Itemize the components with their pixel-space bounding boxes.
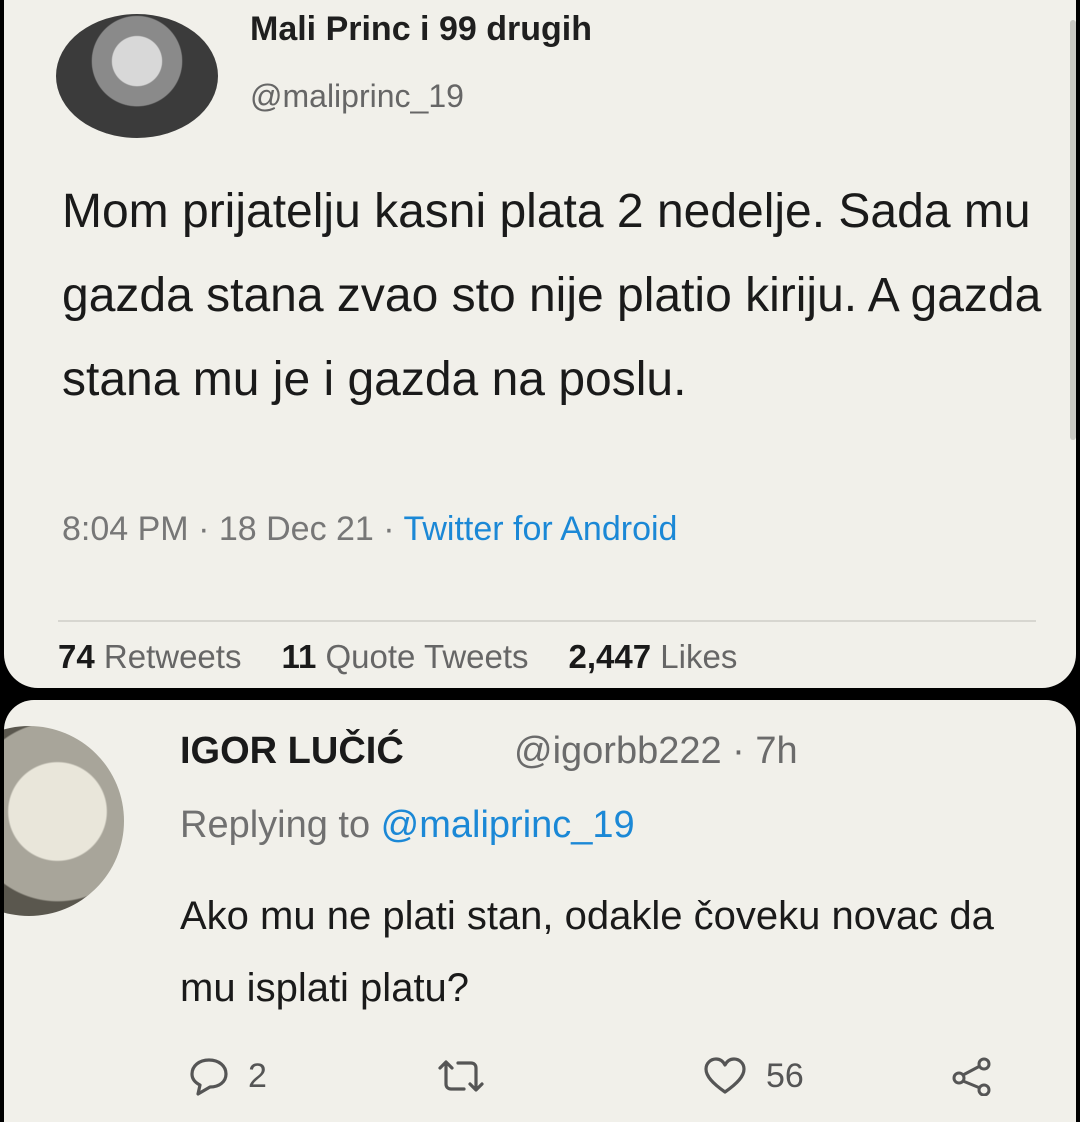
reply-button[interactable]: 2 [188, 1056, 267, 1096]
reply-author-avatar[interactable] [4, 726, 124, 916]
heart-icon [704, 1057, 746, 1094]
scrollbar[interactable] [1070, 20, 1076, 440]
tweet-stats: 74 Retweets 11 Quote Tweets 2,447 Likes [58, 638, 737, 676]
author-avatar[interactable] [56, 14, 218, 138]
retweet-button[interactable] [434, 1056, 506, 1096]
replying-mention-link[interactable]: @maliprinc_19 [381, 804, 635, 846]
reply-count: 2 [248, 1056, 267, 1095]
reply-handle-time[interactable]: @igorbb222 · 7h [514, 730, 798, 773]
retweet-icon [438, 1060, 484, 1092]
likes-label: Likes [660, 638, 738, 675]
quotes-count: 11 [281, 638, 317, 675]
main-tweet-card: Mali Princ i 99 drugih @maliprinc_19 Mom… [4, 0, 1076, 688]
likes-count: 2,447 [568, 638, 652, 675]
retweets-label: Retweets [103, 638, 242, 675]
share-button[interactable] [950, 1056, 996, 1096]
tweet-timestamp: 8:04 PM · 18 Dec 21 · [62, 510, 404, 548]
tweet-source-link[interactable]: Twitter for Android [403, 510, 677, 548]
like-count: 56 [766, 1056, 804, 1095]
likes-stat[interactable]: 2,447 Likes [569, 638, 738, 675]
quotes-stat[interactable]: 11 Quote Tweets [281, 638, 528, 675]
like-button[interactable]: 56 [702, 1056, 804, 1096]
reply-text: Ako mu ne plati stan, odakle čoveku nova… [180, 894, 994, 1010]
retweets-count: 74 [58, 638, 95, 675]
quotes-label: Quote Tweets [325, 638, 529, 675]
tweet-text: Mom prijatelju kasni plata 2 nedelje. Sa… [62, 185, 1042, 406]
reply-author-name[interactable]: IGOR LUČIĆ [180, 730, 404, 773]
tweet-meta: 8:04 PM · 18 Dec 21 · Twitter for Androi… [62, 510, 677, 549]
retweets-stat[interactable]: 74 Retweets [58, 638, 241, 675]
author-name[interactable]: Mali Princ i 99 drugih [250, 10, 592, 49]
share-icon [952, 1057, 991, 1096]
stats-divider [58, 620, 1036, 622]
replying-to: Replying to @maliprinc_19 [180, 804, 635, 847]
author-handle[interactable]: @maliprinc_19 [250, 78, 464, 115]
reply-tweet-card: IGOR LUČIĆ @igorbb222 · 7h Replying to @… [4, 700, 1076, 1122]
reply-bubble-icon [190, 1058, 228, 1096]
replying-prefix: Replying to [180, 804, 381, 846]
